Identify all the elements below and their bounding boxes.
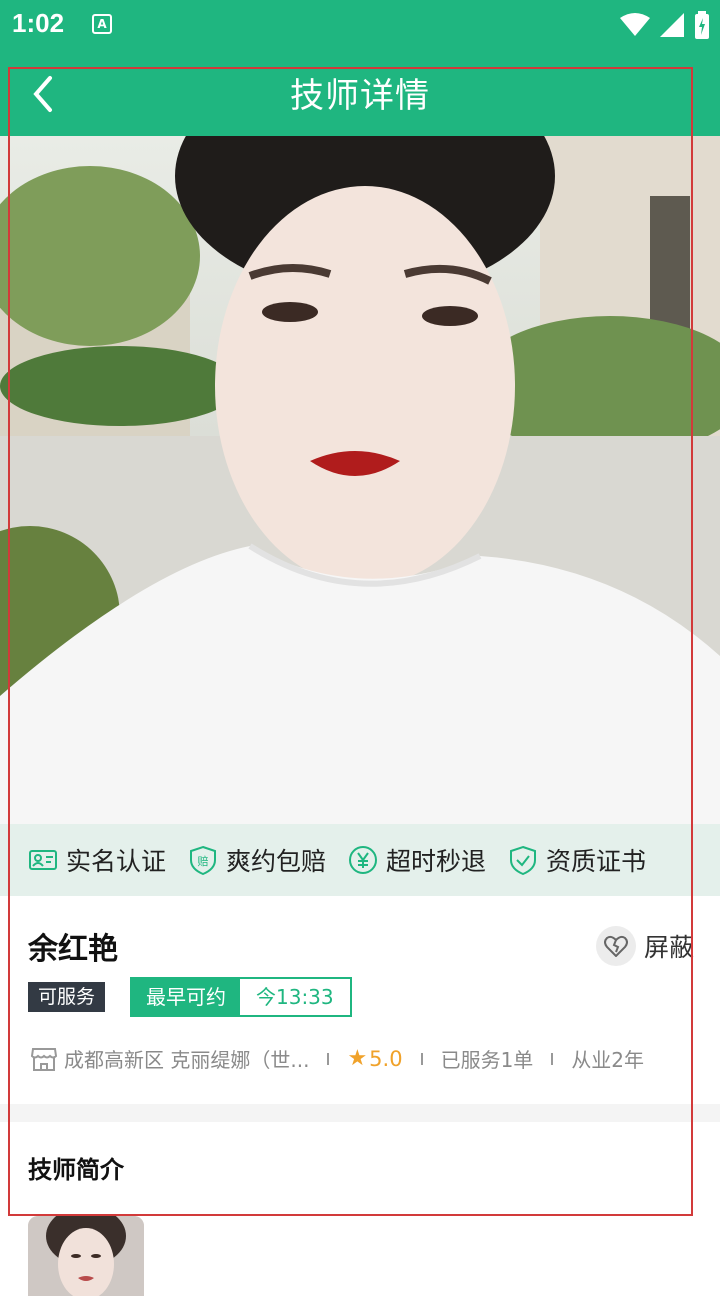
store-icon xyxy=(30,1047,58,1071)
meta-divider xyxy=(327,1052,330,1065)
guarantee-certificate[interactable]: 资质证书 xyxy=(508,842,646,878)
technician-info-card: 余红艳 屏蔽 可服务 最早可约 今13:33 成都高新区 克丽缇娜（世... ★… xyxy=(0,896,720,1104)
guarantee-real-name[interactable]: 实名认证 xyxy=(28,842,166,878)
guarantee-label: 资质证书 xyxy=(546,847,647,876)
section-divider xyxy=(0,1104,720,1122)
served-count: 已服务1单 xyxy=(440,1048,534,1072)
battery-icon xyxy=(695,11,709,39)
id-card-icon xyxy=(29,850,57,870)
intro-section-title: 技师简介 xyxy=(28,1156,124,1184)
guarantee-label: 爽约包赔 xyxy=(226,847,327,876)
block-label: 屏蔽 xyxy=(643,933,694,962)
wifi-icon xyxy=(620,13,650,36)
status-time: 1:02 xyxy=(12,8,65,38)
status-bar: 1:02 A xyxy=(0,0,720,50)
guarantee-bar: 实名认证 赔 爽约包赔 超时秒退 资质证书 xyxy=(0,824,720,896)
check-shield-icon xyxy=(510,845,537,875)
app-notification-icon: A xyxy=(92,14,112,34)
top-app-bar: 技师详情 xyxy=(0,50,720,136)
signal-icon xyxy=(660,13,684,37)
intro-photo-thumbnail[interactable] xyxy=(28,1216,144,1296)
rating-value: 5.0 xyxy=(369,1046,403,1071)
status-icons xyxy=(620,10,710,40)
guarantee-label: 实名认证 xyxy=(66,847,167,876)
yen-refund-icon xyxy=(349,846,378,874)
meta-divider xyxy=(551,1052,554,1065)
status-badge: 可服务 xyxy=(28,982,106,1012)
earliest-time: 今13:33 xyxy=(240,979,350,1015)
page-title: 技师详情 xyxy=(290,76,430,116)
store-name[interactable]: 成都高新区 克丽缇娜（世... xyxy=(64,1044,309,1073)
guarantee-overtime-refund[interactable]: 超时秒退 xyxy=(348,842,486,878)
guarantee-no-show-compensation[interactable]: 赔 爽约包赔 xyxy=(188,842,326,878)
technician-photo[interactable] xyxy=(0,136,720,824)
technician-name: 余红艳 xyxy=(28,932,118,967)
experience-years: 从业2年 xyxy=(571,1048,645,1072)
star-icon: ★ xyxy=(347,1046,368,1071)
block-button[interactable]: 屏蔽 xyxy=(595,926,694,966)
broken-heart-icon xyxy=(595,926,636,966)
compensation-shield-icon: 赔 xyxy=(190,845,217,875)
technician-meta-row: 成都高新区 克丽缇娜（世... ★ 5.0 已服务1单 从业2年 xyxy=(30,1044,644,1073)
svg-text:赔: 赔 xyxy=(198,854,209,868)
guarantee-label: 超时秒退 xyxy=(386,847,487,876)
earliest-label: 最早可约 xyxy=(132,979,240,1015)
meta-divider xyxy=(420,1052,423,1065)
earliest-appointment-tag: 最早可约 今13:33 xyxy=(130,977,352,1017)
